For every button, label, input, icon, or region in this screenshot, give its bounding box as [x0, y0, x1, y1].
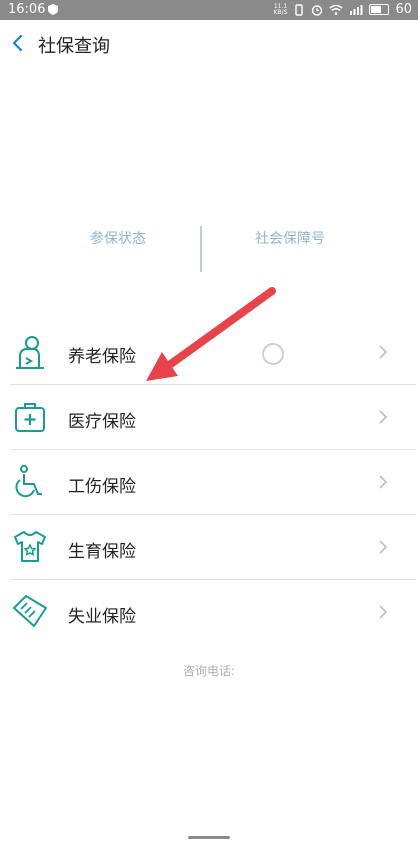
alarm-icon [312, 4, 323, 16]
list-item-label: 失业保险 [68, 607, 136, 627]
list-item-label: 养老保险 [68, 347, 136, 367]
list-item-unemployment[interactable]: 失业保险 [10, 580, 416, 644]
consult-phone-label: 咨询电话: [182, 664, 236, 678]
wheelchair-icon [15, 465, 42, 498]
chevron-right-icon [379, 605, 388, 619]
chevron-right-icon [379, 345, 388, 359]
status-time: 16:06 [8, 2, 46, 17]
list-item-label: 工伤保险 [68, 477, 136, 497]
tab-social-security-number[interactable]: 社会保障号 [255, 228, 325, 248]
elder-person-icon [16, 336, 44, 369]
list-item-work-injury[interactable]: 工伤保险 [10, 450, 416, 515]
signal-icon [350, 5, 363, 15]
page-title: 社保查询 [38, 36, 110, 57]
battery-level: 60 [395, 2, 412, 17]
list-item-maternity[interactable]: 生育保险 [10, 515, 416, 580]
status-bar: 16:06 11.1 KB/S 60 [0, 0, 418, 20]
chevron-right-icon [379, 540, 388, 554]
battery-icon [369, 4, 390, 15]
list-item-medical[interactable]: 医疗保险 [10, 385, 416, 450]
baby-clothes-icon [14, 531, 46, 562]
shield-icon [48, 4, 58, 15]
wifi-icon [329, 4, 343, 15]
tab-divider [200, 226, 202, 272]
list-item-label: 医疗保险 [68, 412, 136, 432]
insurance-list: 养老保险 医疗保险 工伤保险 生育保险 失业保险 [10, 320, 416, 644]
vibrate-icon [295, 3, 304, 16]
tab-insurance-status[interactable]: 参保状态 [90, 228, 146, 248]
network-speed: 11.1 KB/S [273, 2, 288, 16]
info-tabs: 参保状态 社会保障号 [0, 222, 418, 274]
back-arrow-icon[interactable] [8, 32, 28, 54]
list-item-label: 生育保险 [68, 542, 136, 562]
loading-circle-icon [262, 343, 284, 365]
chevron-right-icon [379, 475, 388, 489]
list-item-pension[interactable]: 养老保险 [10, 320, 416, 385]
chevron-right-icon [379, 410, 388, 424]
home-indicator[interactable] [188, 836, 230, 839]
medical-kit-icon [15, 403, 45, 432]
unemployment-card-icon [13, 595, 47, 627]
app-header: 社保查询 [0, 20, 418, 68]
